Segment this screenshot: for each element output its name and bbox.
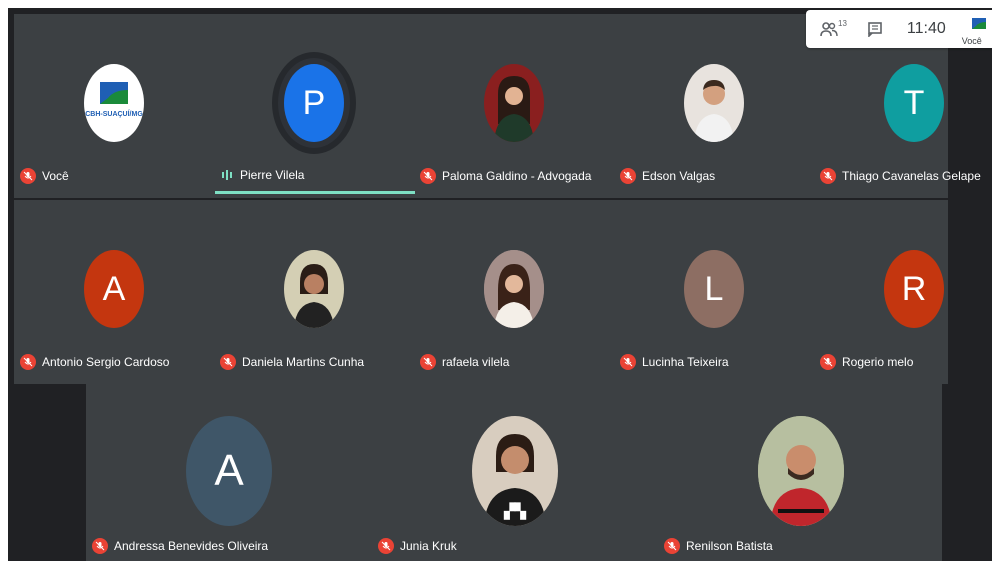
participant-name: Andressa Benevides Oliveira [114, 539, 269, 553]
participant-avatar [684, 64, 744, 142]
cbh-logo-icon: CBH-SUAÇUÍ/MG [85, 82, 143, 118]
participant-avatar: L [684, 250, 744, 328]
participant-avatar: T [884, 64, 944, 142]
participant-name: Rogerio melo [842, 355, 914, 369]
participant-name: Thiago Cavanelas Gelape [842, 169, 981, 183]
participant-tile[interactable]: A Andressa Benevides Oliveira [86, 380, 356, 561]
person-photo-icon [294, 264, 334, 328]
mic-off-icon [620, 168, 636, 184]
participant-name: rafaela vilela [442, 355, 510, 369]
participant-tile[interactable]: Daniela Martins Cunha [214, 200, 414, 384]
participant-name: Daniela Martins Cunha [242, 355, 365, 369]
participant-avatar [484, 250, 544, 328]
participant-tile[interactable]: A Antonio Sergio Cardoso [14, 200, 214, 384]
speaking-indicator-icon [220, 168, 234, 182]
participant-name: Junia Kruk [400, 539, 457, 553]
chat-icon [868, 22, 882, 37]
mic-off-icon [378, 538, 394, 554]
participant-grid-bottom: A Andressa Benevides Oliveira ▞▚ Junia K… [86, 380, 942, 561]
mic-off-icon [220, 354, 236, 370]
chat-button[interactable] [867, 21, 883, 37]
self-label: Você [961, 36, 982, 46]
participant-avatar: R [884, 250, 944, 328]
participant-avatar: A [84, 250, 144, 328]
meeting-clock: 11:40 [906, 20, 946, 37]
meeting-grid: CBH-SUAÇUÍ/MG Você P Pierre Vilela Palom… [8, 8, 992, 561]
participant-avatar: A [186, 416, 272, 526]
participant-name: Você [42, 169, 69, 183]
people-icon [820, 22, 838, 37]
participant-avatar [484, 64, 544, 142]
participant-tile[interactable]: L Lucinha Teixeira [614, 200, 814, 384]
participant-tile[interactable]: Renilson Batista [658, 380, 928, 561]
people-count: 13 [838, 18, 847, 28]
mic-off-icon [92, 538, 108, 554]
active-speaker-bar [215, 191, 415, 194]
participant-avatar [284, 250, 344, 328]
cbh-logo-icon [971, 18, 986, 29]
self-view-thumbnail[interactable]: Você [960, 10, 992, 48]
person-photo-icon [758, 416, 844, 526]
participant-tile[interactable]: R Rogerio melo [814, 200, 948, 384]
participant-name: Paloma Galdino - Advogada [442, 169, 592, 183]
participant-avatar: P [284, 64, 344, 142]
logo-text: CBH-SUAÇUÍ/MG [85, 109, 143, 118]
mic-off-icon [664, 538, 680, 554]
participant-name: Renilson Batista [686, 539, 773, 553]
person-photo-icon [694, 80, 734, 142]
person-photo-icon [484, 250, 544, 328]
participant-tile[interactable]: Paloma Galdino - Advogada [414, 14, 614, 198]
participant-grid-top: CBH-SUAÇUÍ/MG Você P Pierre Vilela Palom… [14, 14, 981, 386]
participant-tile[interactable]: CBH-SUAÇUÍ/MG Você [14, 14, 214, 198]
mic-off-icon [420, 168, 436, 184]
mic-off-icon [820, 168, 836, 184]
meeting-top-bar: 13 11:40 Você [806, 10, 992, 48]
participant-tile[interactable]: P Pierre Vilela [214, 14, 414, 198]
participant-tile[interactable]: rafaela vilela [414, 200, 614, 384]
mic-off-icon [620, 354, 636, 370]
mic-off-icon [20, 354, 36, 370]
participant-name: Pierre Vilela [240, 168, 305, 182]
mic-off-icon [420, 354, 436, 370]
person-photo-icon [494, 76, 534, 142]
mic-off-icon [20, 168, 36, 184]
participant-tile[interactable]: ▞▚ Junia Kruk [372, 380, 642, 561]
people-button[interactable]: 13 [820, 18, 847, 37]
participant-avatar: CBH-SUAÇUÍ/MG [84, 64, 144, 142]
participant-avatar [758, 416, 844, 526]
participant-name: Lucinha Teixeira [642, 355, 729, 369]
person-photo-icon: ▞▚ [484, 434, 546, 526]
svg-text:▞▚: ▞▚ [503, 502, 527, 520]
participant-tile[interactable]: Edson Valgas [614, 14, 814, 198]
participant-avatar: ▞▚ [472, 416, 558, 526]
participant-name: Antonio Sergio Cardoso [42, 355, 170, 369]
mic-off-icon [820, 354, 836, 370]
participant-name: Edson Valgas [642, 169, 716, 183]
